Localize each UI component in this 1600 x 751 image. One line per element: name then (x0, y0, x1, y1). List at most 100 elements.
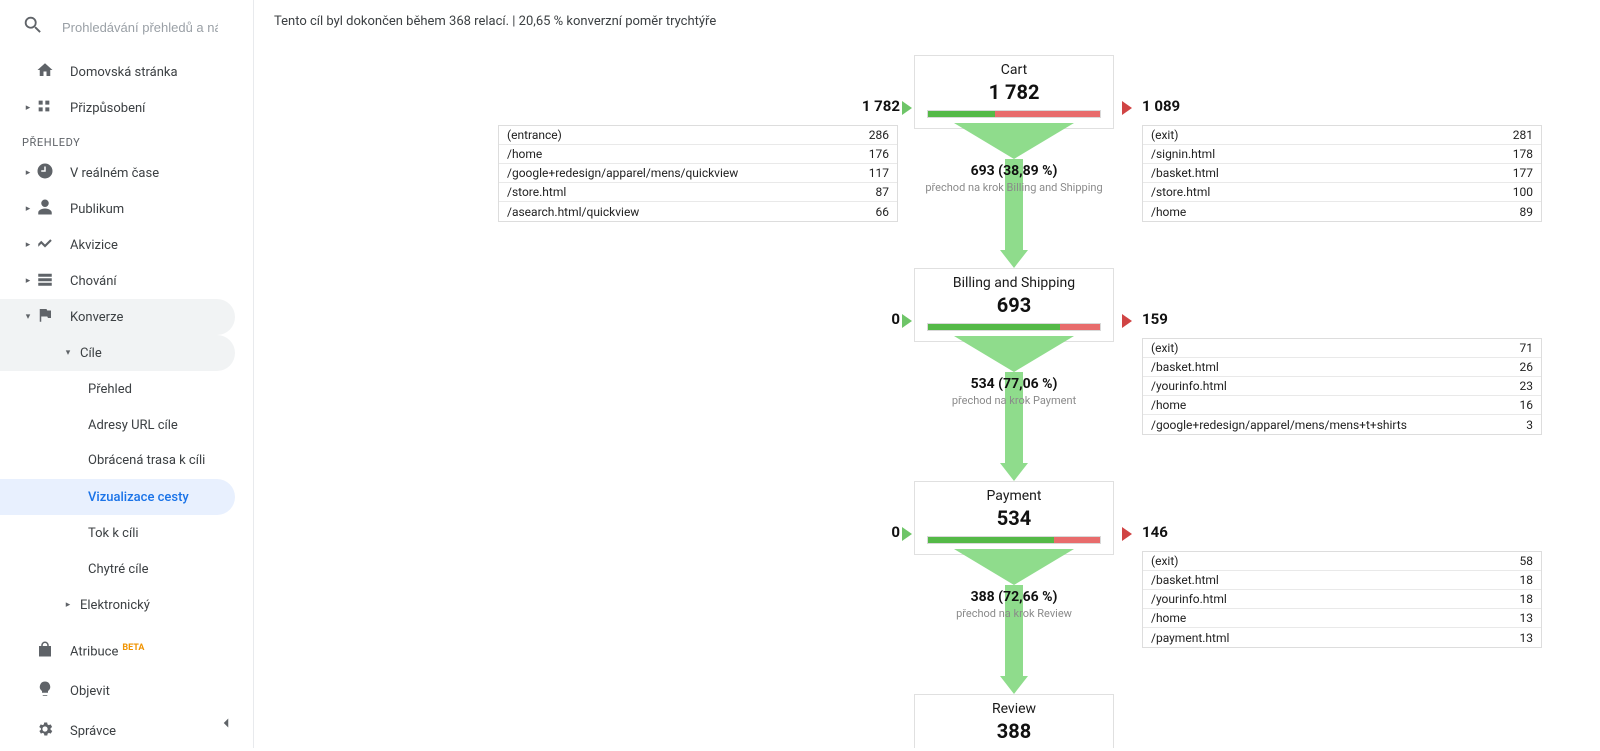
step-in-arrow-icon (902, 527, 912, 541)
search-row[interactable] (0, 0, 253, 54)
table-row[interactable]: /basket.html26 (1143, 358, 1541, 377)
nav-goals-flow[interactable]: Tok k cíli (0, 515, 253, 551)
funnel-step-3: Review388 (914, 694, 1114, 748)
funnel-step-0: Cart 1 782 (914, 55, 1114, 129)
attribution-icon (36, 640, 58, 662)
expand-icon: ▸ (22, 240, 34, 250)
nav-customize[interactable]: ▸ Přizpůsobení (0, 90, 253, 126)
expand-icon: ▸ (22, 276, 34, 286)
main-content: Tento cíl byl dokončen během 368 relací.… (254, 0, 1600, 748)
customize-icon (36, 98, 58, 118)
step-title: Billing and Shipping (919, 275, 1109, 291)
nav-realtime-label: V reálném čase (70, 166, 159, 181)
step-out-count: 159 (1142, 310, 1168, 328)
step-in-arrow-icon (902, 101, 912, 115)
table-row[interactable]: /payment.html13 (1143, 628, 1541, 647)
acquisition-icon (36, 234, 58, 256)
sidebar: Domovská stránka ▸ Přizpůsobení PŘEHLEDY… (0, 0, 254, 748)
expand-icon: ▸ (22, 204, 34, 214)
nav-goals-label: Cíle (80, 346, 102, 361)
table-row[interactable]: (exit)281 (1143, 126, 1541, 145)
nav-acquisition-label: Akvizice (70, 238, 118, 253)
home-icon (36, 61, 58, 83)
step-in-count: 0 (840, 310, 900, 328)
step-out-arrow-icon (1122, 314, 1132, 328)
table-row[interactable]: /store.html100 (1143, 183, 1541, 202)
search-icon (22, 14, 44, 40)
section-reports: PŘEHLEDY (0, 126, 253, 155)
step-in-count: 0 (840, 523, 900, 541)
behavior-icon (36, 270, 58, 292)
step-bar (927, 536, 1101, 544)
nav-customize-label: Přizpůsobení (70, 101, 145, 116)
nav-discover-label: Objevit (70, 684, 110, 699)
nav-conversions-label: Konverze (70, 310, 123, 325)
step-out-arrow-icon (1122, 527, 1132, 541)
table-row[interactable]: /google+redesign/apparel/mens/mens+t+shi… (1143, 415, 1541, 434)
sidebar-collapse-button[interactable] (217, 714, 235, 736)
step-value: 388 (919, 719, 1109, 743)
nav-goals-overview[interactable]: Přehled (0, 371, 253, 407)
table-row[interactable]: /basket.html177 (1143, 164, 1541, 183)
nav-audience[interactable]: ▸ Publikum (0, 191, 253, 227)
table-row[interactable]: (exit)71 (1143, 339, 1541, 358)
nav-discover[interactable]: Objevit (0, 671, 253, 711)
collapse-icon: ▾ (22, 312, 34, 322)
step-out-arrow-icon (1122, 101, 1132, 115)
nav-goals-urls[interactable]: Adresy URL cíle (0, 407, 253, 443)
expand-icon: ▸ (62, 600, 74, 610)
table-row[interactable]: /store.html87 (499, 183, 897, 202)
expand-icon: ▸ (22, 168, 34, 178)
table-row[interactable]: /home89 (1143, 202, 1541, 221)
nav-conversions[interactable]: ▾ Konverze (0, 299, 235, 335)
table-row[interactable]: (entrance)286 (499, 126, 897, 145)
funnel-connector (914, 336, 1114, 481)
table-row[interactable]: /asearch.html/quickview66 (499, 202, 897, 221)
nav-home[interactable]: Domovská stránka (0, 54, 253, 90)
source-table: (entrance)286/home176/google+redesign/ap… (498, 125, 898, 222)
step-title: Cart (919, 62, 1109, 78)
table-row[interactable]: /home176 (499, 145, 897, 164)
nav-attribution[interactable]: AtribuceBETA (0, 631, 253, 671)
step-bar (927, 323, 1101, 331)
exit-table: (exit)281/signin.html178/basket.html177/… (1142, 125, 1542, 222)
table-row[interactable]: /home13 (1143, 609, 1541, 628)
nav-goals-funnelviz[interactable]: Vizualizace cesty (0, 479, 235, 515)
table-row[interactable]: /yourinfo.html18 (1143, 590, 1541, 609)
nav-audience-label: Publikum (70, 202, 124, 217)
nav-goals-smart[interactable]: Chytré cíle (0, 551, 253, 587)
search-input[interactable] (60, 19, 220, 36)
expand-icon: ▸ (22, 103, 34, 113)
nav-goals-reverse[interactable]: Obrácená trasa k cíli (0, 443, 253, 479)
table-row[interactable]: /home16 (1143, 396, 1541, 415)
nav-ecommerce[interactable]: ▸ Elektronický (0, 587, 253, 623)
nav-goals[interactable]: ▾ Cíle (0, 335, 235, 371)
nav-realtime[interactable]: ▸ V reálném čase (0, 155, 253, 191)
exit-table: (exit)71/basket.html26/yourinfo.html23/h… (1142, 338, 1542, 435)
table-row[interactable]: /yourinfo.html23 (1143, 377, 1541, 396)
nav-admin[interactable]: Správce (0, 711, 253, 751)
funnel-connector (914, 123, 1114, 268)
transition-label: 388 (72,66 %)přechod na krok Review (914, 589, 1114, 620)
funnel-visualization: Cart1 7821 7821 089693 (38,89 %)přechod … (274, 55, 1570, 735)
step-value: 534 (919, 506, 1109, 530)
step-value: 1 782 (919, 80, 1109, 104)
nav-home-label: Domovská stránka (70, 65, 178, 80)
transition-label: 534 (77,06 %)přechod na krok Payment (914, 376, 1114, 407)
nav-acquisition[interactable]: ▸ Akvizice (0, 227, 253, 263)
beta-badge: BETA (122, 643, 144, 653)
table-row[interactable]: /google+redesign/apparel/mens/quickview1… (499, 164, 897, 183)
nav-behavior[interactable]: ▸ Chování (0, 263, 253, 299)
exit-table: (exit)58/basket.html18/yourinfo.html18/h… (1142, 551, 1542, 648)
table-row[interactable]: /signin.html178 (1143, 145, 1541, 164)
table-row[interactable]: /basket.html18 (1143, 571, 1541, 590)
collapse-icon: ▾ (62, 348, 74, 358)
gear-icon (36, 720, 58, 742)
nav-attribution-label: AtribuceBETA (70, 643, 144, 659)
table-row[interactable]: (exit)58 (1143, 552, 1541, 571)
person-icon (36, 198, 58, 220)
step-in-count: 1 782 (840, 97, 900, 115)
nav-admin-label: Správce (70, 724, 116, 739)
bulb-icon (36, 680, 58, 702)
funnel-step-2: Payment534 (914, 481, 1114, 555)
